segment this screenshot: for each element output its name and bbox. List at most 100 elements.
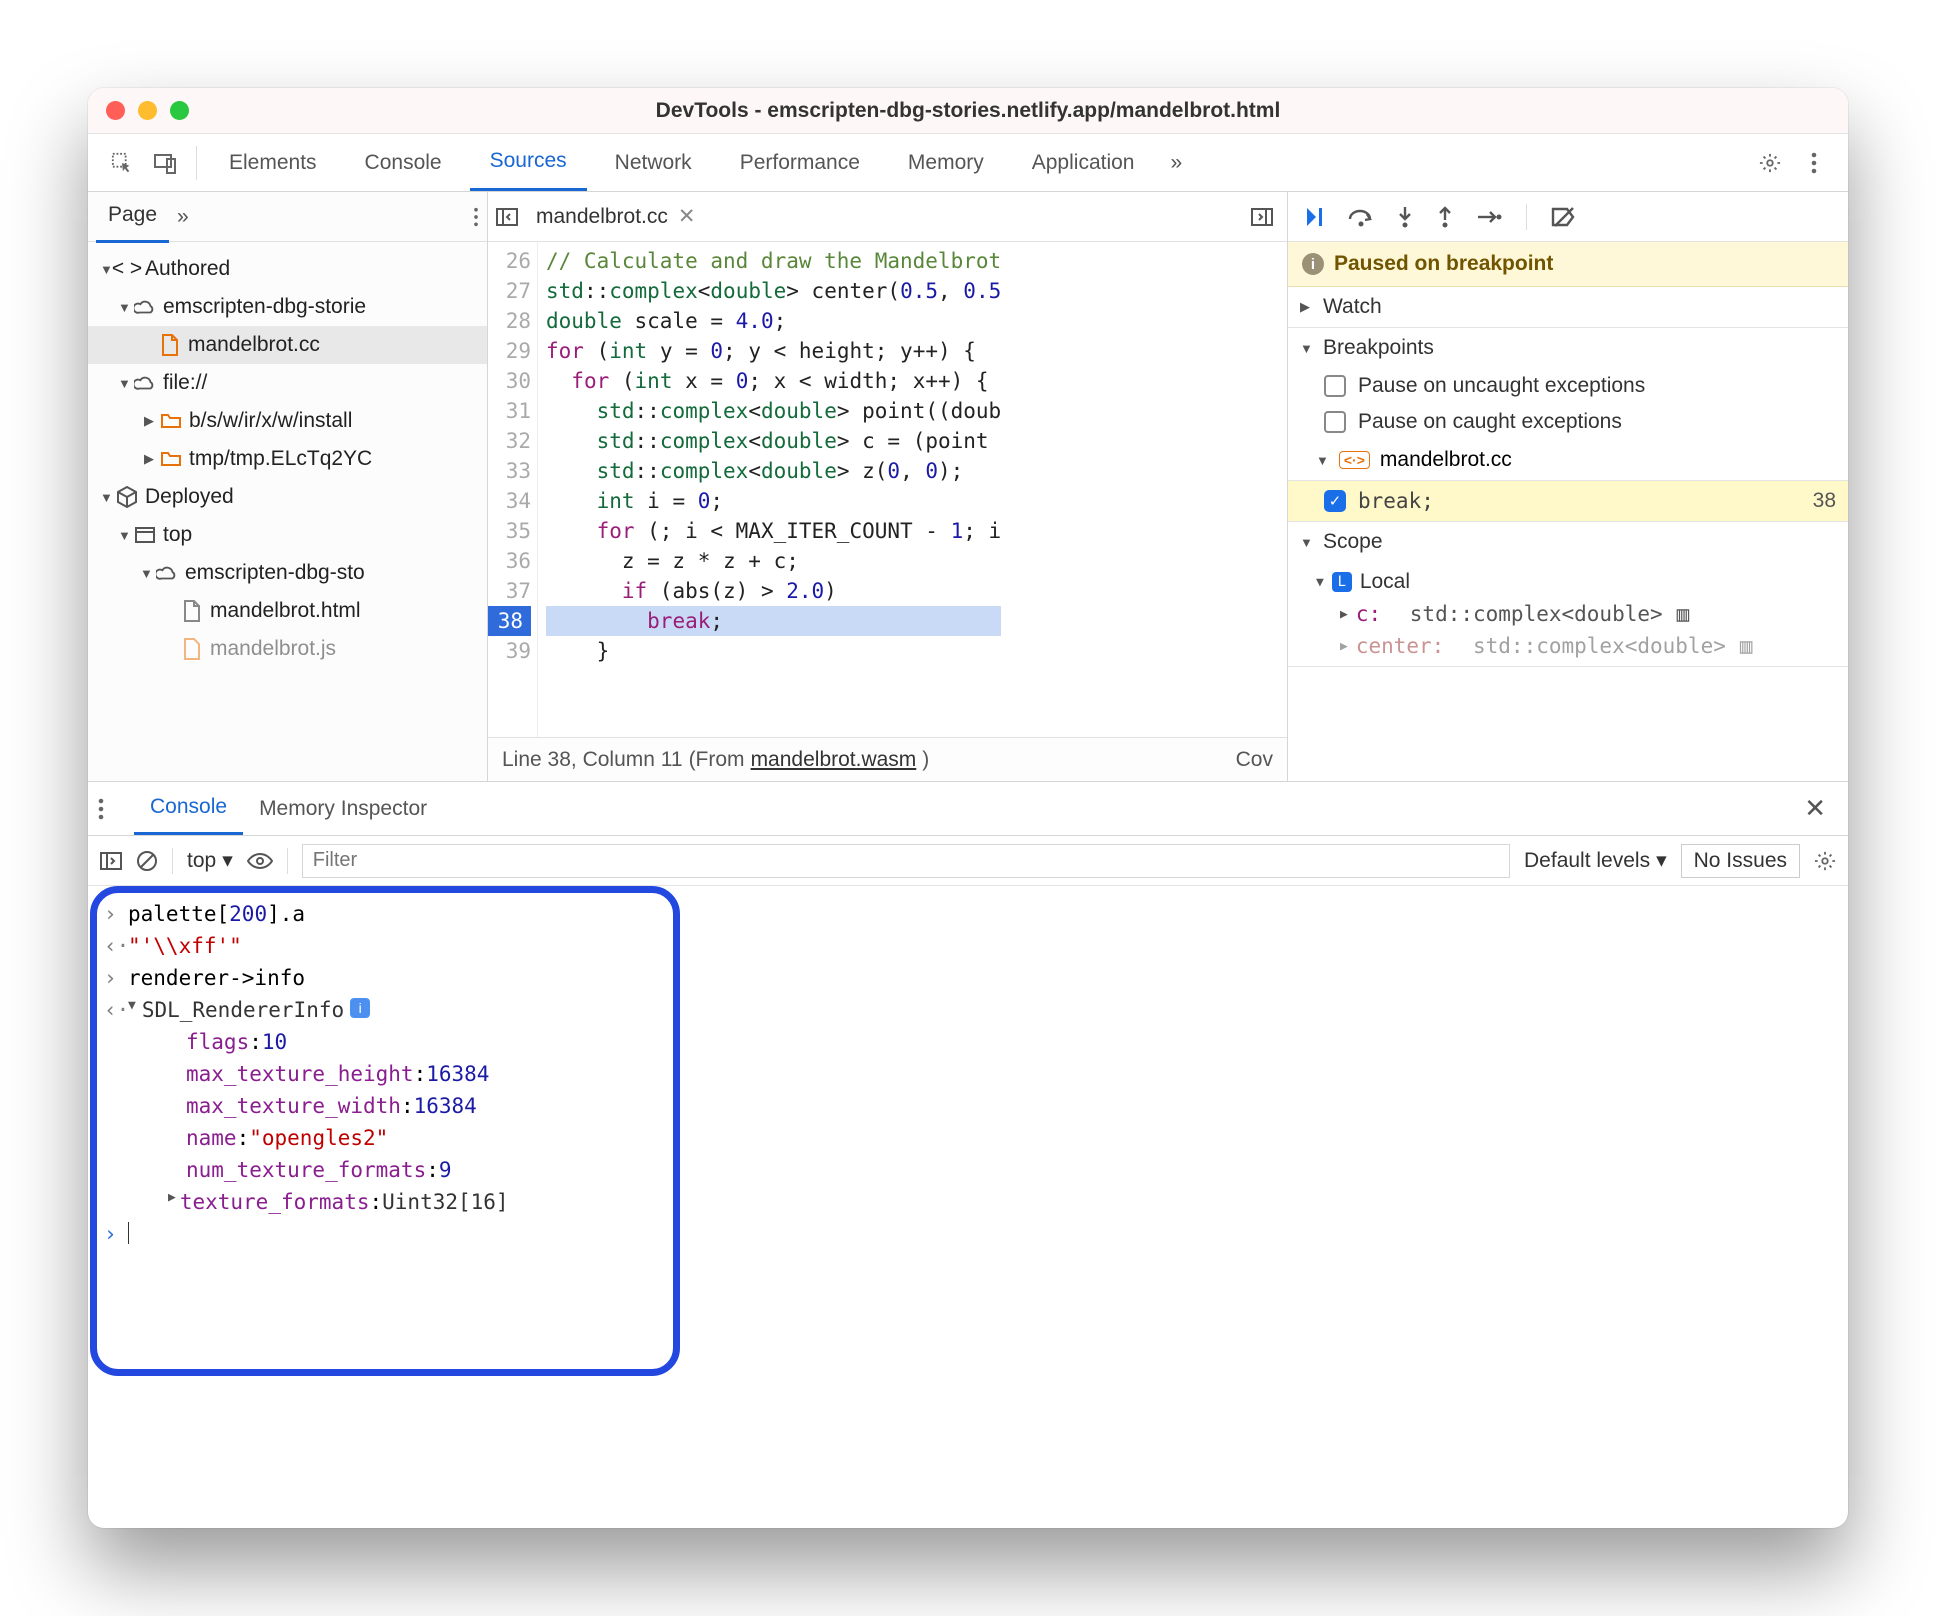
toggle-debugger-icon[interactable] (1251, 208, 1279, 226)
tab-application[interactable]: Application (1012, 134, 1155, 191)
pause-caught-checkbox[interactable]: Pause on caught exceptions (1288, 404, 1848, 440)
tree-deployed[interactable]: ▼Deployed (88, 478, 487, 516)
console-sidebar-toggle-icon[interactable] (100, 852, 122, 870)
scope-section[interactable]: ▼Scope (1288, 522, 1848, 562)
issues-button[interactable]: No Issues (1681, 844, 1800, 878)
tree-label: emscripten-dbg-sto (185, 561, 365, 585)
tab-performance[interactable]: Performance (720, 134, 880, 191)
source-badge-icon: <·> (1339, 451, 1370, 469)
cloud-icon (133, 299, 157, 315)
toggle-navigator-icon[interactable] (496, 208, 524, 226)
coverage-label: Cov (1236, 748, 1273, 772)
console-filter-input[interactable] (302, 844, 1510, 878)
tab-network[interactable]: Network (595, 134, 712, 191)
tree-host[interactable]: ▼emscripten-dbg-storie (88, 288, 487, 326)
pause-uncaught-checkbox[interactable]: Pause on uncaught exceptions (1288, 368, 1848, 404)
debugger-pane: i Paused on breakpoint ▶Watch ▼Breakpoin… (1288, 192, 1848, 781)
frame-icon (133, 527, 157, 543)
memory-icon[interactable]: ▥ (1677, 602, 1690, 626)
info-icon: i (1302, 253, 1324, 275)
drawer-tab-console[interactable]: Console (134, 782, 243, 835)
drawer-tab-memory-inspector[interactable]: Memory Inspector (243, 782, 443, 835)
file-icon (158, 334, 182, 356)
tree-file-mandelbrot-cc[interactable]: mandelbrot.cc (88, 326, 487, 364)
navigator-kebab-icon[interactable] (473, 207, 479, 227)
scope-variable-center[interactable]: ▶center: std::complex<double>▥ (1288, 630, 1848, 662)
tree-label: top (163, 523, 192, 547)
console-settings-gear-icon[interactable] (1814, 850, 1836, 872)
editor-tab-label: mandelbrot.cc (536, 205, 668, 229)
cloud-icon (133, 375, 157, 391)
navigator-tabs-overflow[interactable]: » (169, 205, 197, 229)
console-output[interactable]: ›palette[200].a‹·"'\\xff'"›renderer->inf… (88, 886, 1848, 1528)
tree-label: emscripten-dbg-storie (163, 295, 366, 319)
folder-icon (159, 413, 183, 429)
tree-label: mandelbrot.cc (188, 333, 320, 357)
chevron-down-icon: ▾ (1656, 848, 1667, 873)
checkbox-label: Pause on caught exceptions (1358, 410, 1622, 434)
close-tab-icon[interactable]: ✕ (678, 204, 696, 229)
tree-folder-1[interactable]: ▶b/s/w/ir/x/w/install (88, 402, 487, 440)
settings-gear-icon[interactable] (1752, 145, 1788, 181)
tree-label: mandelbrot.html (210, 599, 361, 623)
breakpoint-checkbox[interactable]: ✓ (1324, 490, 1346, 512)
paused-message: Paused on breakpoint (1334, 252, 1553, 276)
section-label: Scope (1323, 530, 1383, 554)
tab-elements[interactable]: Elements (209, 134, 337, 191)
tree-label: tmp/tmp.ELcTq2YC (189, 447, 372, 471)
tree-host-deployed[interactable]: ▼emscripten-dbg-sto (88, 554, 487, 592)
kebab-menu-icon[interactable] (1796, 145, 1832, 181)
tree-label: Authored (145, 257, 230, 281)
breakpoint-file[interactable]: ▼<·>mandelbrot.cc (1288, 440, 1848, 481)
scope-local[interactable]: ▼LLocal (1288, 566, 1848, 598)
cube-icon (115, 486, 139, 508)
file-icon (180, 638, 204, 660)
line-number-gutter[interactable]: 2627282930313233343536373839 (488, 242, 538, 737)
section-label: Breakpoints (1323, 336, 1434, 360)
breakpoint-line: 38 (1813, 489, 1836, 513)
clear-console-icon[interactable] (136, 850, 158, 872)
inspect-element-icon[interactable] (104, 145, 140, 181)
tab-console[interactable]: Console (345, 134, 462, 191)
device-toolbar-icon[interactable] (148, 145, 184, 181)
navigator-tab-page[interactable]: Page (96, 190, 169, 243)
drawer-kebab-icon[interactable] (98, 798, 134, 820)
tab-memory[interactable]: Memory (888, 134, 1004, 191)
execution-context-selector[interactable]: top ▾ (187, 848, 233, 873)
section-label: Watch (1323, 295, 1382, 319)
tree-folder-2[interactable]: ▶tmp/tmp.ELcTq2YC (88, 440, 487, 478)
drawer: Console Memory Inspector ✕ top ▾ Default… (88, 782, 1848, 1528)
watch-section[interactable]: ▶Watch (1288, 287, 1848, 327)
titlebar: DevTools - emscripten-dbg-stories.netlif… (88, 88, 1848, 134)
step-button[interactable] (1476, 208, 1502, 226)
step-out-button[interactable] (1436, 206, 1454, 228)
breakpoint-text: break; (1358, 489, 1813, 513)
scope-variable-c[interactable]: ▶c: std::complex<double>▥ (1288, 598, 1848, 630)
scope-label: Local (1360, 570, 1410, 594)
paused-banner: i Paused on breakpoint (1288, 242, 1848, 287)
breakpoint-item[interactable]: ✓ break;38 (1288, 481, 1848, 521)
tab-sources[interactable]: Sources (470, 134, 587, 191)
tree-authored[interactable]: ▼< >Authored (88, 250, 487, 288)
window-title: DevTools - emscripten-dbg-stories.netlif… (88, 99, 1848, 123)
tree-file-scheme[interactable]: ▼file:// (88, 364, 487, 402)
tree-file-js[interactable]: mandelbrot.js (88, 630, 487, 668)
tree-top[interactable]: ▼top (88, 516, 487, 554)
folder-icon (159, 451, 183, 467)
tree-file-html[interactable]: mandelbrot.html (88, 592, 487, 630)
close-drawer-icon[interactable]: ✕ (1792, 793, 1838, 824)
breakpoint-file-label: mandelbrot.cc (1380, 448, 1512, 472)
step-into-button[interactable] (1396, 206, 1414, 228)
tree-label: file:// (163, 371, 207, 395)
source-map-link[interactable]: mandelbrot.wasm (751, 748, 917, 772)
tabs-overflow-button[interactable]: » (1162, 151, 1190, 175)
log-level-selector[interactable]: Default levels ▾ (1524, 848, 1667, 873)
breakpoints-section[interactable]: ▼Breakpoints (1288, 328, 1848, 368)
chevron-down-icon: ▾ (222, 848, 233, 873)
code-content[interactable]: // Calculate and draw the Mandelbrotstd:… (538, 242, 1001, 737)
deactivate-breakpoints-button[interactable] (1551, 206, 1577, 228)
resume-button[interactable] (1304, 206, 1326, 228)
live-expression-icon[interactable] (247, 852, 273, 870)
step-over-button[interactable] (1348, 206, 1374, 228)
editor-tab-mandelbrot-cc[interactable]: mandelbrot.cc ✕ (524, 204, 708, 229)
